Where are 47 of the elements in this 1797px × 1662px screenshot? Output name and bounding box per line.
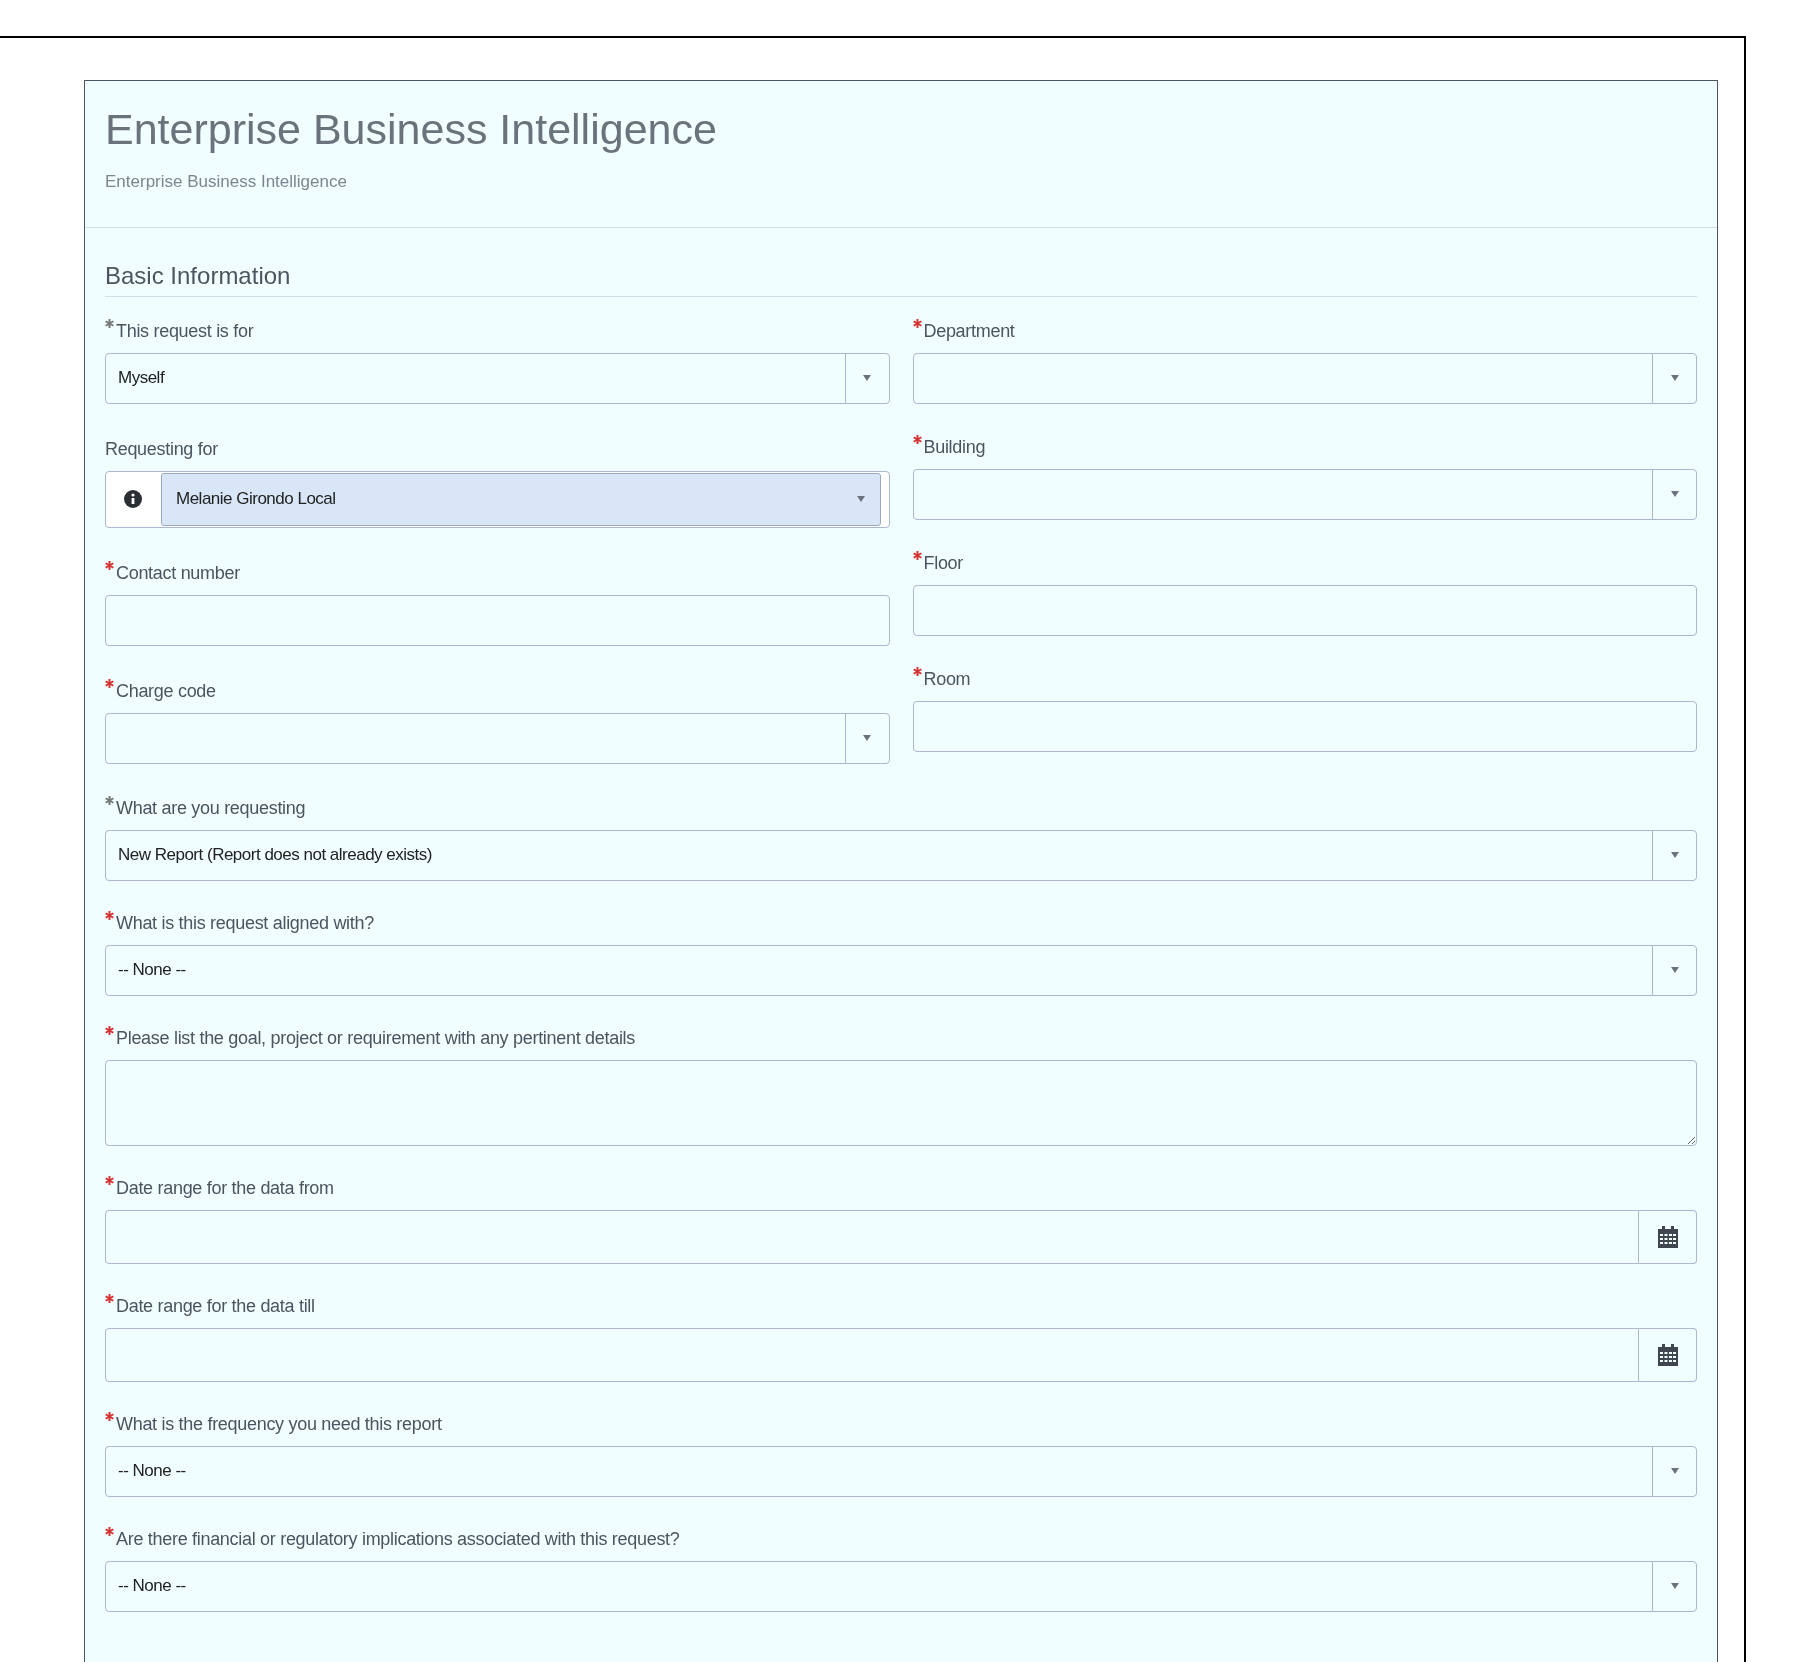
select-field[interactable]: -- None -- [105,1560,1697,1612]
caret-icon [862,375,872,381]
calendar-icon [1657,1225,1678,1248]
field-label: What is the frequency you need this report [116,1412,442,1436]
field-label: Floor [923,551,963,575]
select-field[interactable]: -- None -- [105,1445,1697,1497]
field-label: Room [923,667,971,691]
date-field[interactable] [105,1327,1639,1382]
field-label: This request is for [116,319,254,343]
select-field[interactable] [912,352,1697,404]
date-field[interactable] [105,1209,1639,1264]
input-field[interactable] [105,594,890,646]
text-area[interactable] [105,1059,1697,1146]
field-label: Building [923,435,986,459]
field-label: Date range for the data from [116,1176,334,1200]
select-field[interactable]: Myself [105,352,890,404]
field-label: Department [923,319,1015,343]
input-field[interactable] [912,584,1697,636]
select-field[interactable]: New Report (Report does not already exists) [105,829,1697,881]
field-label: Contact number [116,561,240,585]
select-field[interactable] [912,468,1697,520]
field-label: What are you requesting [116,796,306,820]
info-icon [124,490,142,508]
field-label: Requesting for [105,437,218,461]
field-label: Date range for the data till [116,1294,315,1318]
calendar-icon [1657,1343,1678,1366]
caret-icon [1669,375,1680,381]
caret-icon [1669,967,1680,973]
field-label: What is this request aligned with? [116,911,374,935]
caret-icon [1669,491,1680,497]
caret-icon [855,496,866,502]
form-title: Enterprise Business Intelligence [105,104,718,155]
caret-icon [1669,1468,1680,1474]
select-field[interactable] [105,712,890,764]
caret-icon [1669,1583,1680,1589]
caret-icon [862,735,872,741]
form-subtitle: Enterprise Business Intelligence [105,171,348,193]
reference-field[interactable]: Melanie Girondo Local [161,472,881,526]
input-field[interactable] [912,700,1697,752]
select-field[interactable]: -- None -- [105,944,1697,996]
calendar-button[interactable] [1639,1327,1697,1382]
caret-icon [1669,852,1680,858]
section-heading: Basic Information [105,261,291,289]
field-label: Please list the goal, project or requirement with any pertinent details [116,1026,635,1050]
field-label: Are there financial or regulatory implications associated with this request? [116,1527,680,1551]
field-label: Charge code [116,679,216,703]
calendar-button[interactable] [1639,1209,1697,1264]
